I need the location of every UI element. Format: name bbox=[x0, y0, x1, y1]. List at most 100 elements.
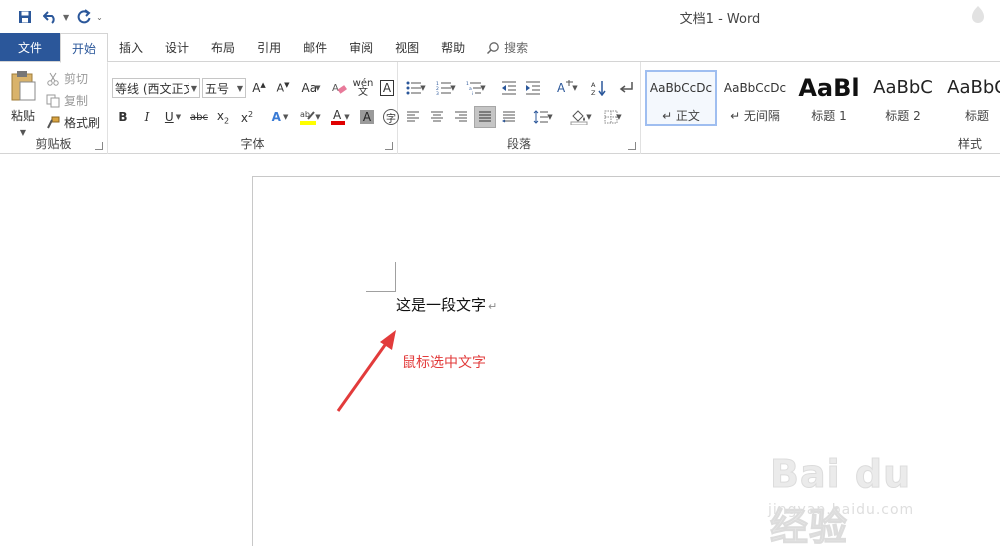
align-right-button[interactable] bbox=[450, 106, 472, 128]
format-painter-label: 格式刷 bbox=[64, 116, 101, 130]
clear-formatting-button[interactable]: A bbox=[328, 77, 350, 99]
strikethrough-button[interactable]: abc bbox=[188, 106, 210, 128]
distributed-button[interactable] bbox=[498, 106, 520, 128]
font-name-value: 等线 (西文正文 bbox=[115, 81, 189, 96]
paragraph-row-1: ▼ 1 2 3 ▼ 1 a i ▼ A ▼ A Z bbox=[402, 77, 638, 99]
sort-icon: A Z bbox=[591, 81, 606, 96]
document-paragraph[interactable]: 这是一段文字 ↵ bbox=[396, 294, 497, 315]
font-group: 等线 (西文正文 ▼ 五号 ▼ A▲ A▼ Aa ▼ A wén 文 A B I U… bbox=[108, 62, 399, 154]
svg-text:A: A bbox=[591, 81, 596, 89]
watermark-sub: jingyan.baidu.com bbox=[768, 502, 915, 518]
clipboard-group: 粘贴 ▼ 剪切 复制 格式刷 剪贴板 bbox=[0, 62, 108, 154]
text-effects-button[interactable]: A ▼ bbox=[266, 106, 294, 128]
character-border-icon: A bbox=[379, 80, 395, 96]
tab-references[interactable]: 引用 bbox=[246, 33, 292, 62]
tab-label: 邮件 bbox=[303, 41, 328, 55]
paragraph-text[interactable]: 这是一段文字 bbox=[396, 296, 486, 314]
cut-button[interactable]: 剪切 bbox=[46, 70, 88, 87]
line-spacing-button[interactable]: ▼ bbox=[528, 106, 558, 128]
shading-button[interactable]: ▼ bbox=[566, 106, 596, 128]
numbering-button[interactable]: 1 2 3 ▼ bbox=[432, 77, 460, 99]
title-bar: ▼ ⌄ 文档1 - Word bbox=[0, 0, 1000, 33]
font-size-combo[interactable]: 五号 ▼ bbox=[202, 78, 246, 98]
style-sample: AaBbCcDc bbox=[723, 80, 787, 95]
tab-review[interactable]: 审阅 bbox=[338, 33, 384, 62]
tab-insert[interactable]: 插入 bbox=[108, 33, 154, 62]
paste-icon bbox=[11, 71, 36, 101]
borders-button[interactable]: ▼ bbox=[598, 106, 628, 128]
phonetic-guide-button[interactable]: wén 文 bbox=[352, 77, 374, 99]
chevron-down-icon: ▼ bbox=[236, 83, 243, 93]
scissors-icon bbox=[47, 72, 59, 86]
tab-home[interactable]: 开始 bbox=[60, 33, 109, 63]
underline-button[interactable]: U ▼ bbox=[160, 106, 186, 128]
format-painter-icon bbox=[47, 116, 60, 128]
svg-text:3: 3 bbox=[436, 91, 439, 95]
font-launcher-icon[interactable] bbox=[385, 142, 393, 150]
copy-icon bbox=[46, 94, 60, 107]
clipboard-launcher-icon[interactable] bbox=[95, 142, 103, 150]
character-border-button[interactable]: A bbox=[376, 77, 398, 99]
paragraph-launcher-icon[interactable] bbox=[628, 142, 636, 150]
character-shading-button[interactable]: A bbox=[356, 106, 378, 128]
highlight-button[interactable]: ab ▼ bbox=[296, 106, 324, 128]
italic-button[interactable]: I bbox=[136, 106, 158, 128]
style-name: ↵ 无间隔 bbox=[730, 108, 780, 123]
copy-button[interactable]: 复制 bbox=[46, 92, 88, 109]
account-icon[interactable] bbox=[970, 4, 986, 27]
tell-me-search[interactable]: 搜索 bbox=[476, 33, 538, 62]
asian-layout-button[interactable]: A ▼ bbox=[552, 77, 582, 99]
paragraph-group-label: 段落 bbox=[506, 137, 531, 151]
style-heading-1[interactable]: AaBl 标题 1 bbox=[793, 70, 865, 126]
tab-file[interactable]: 文件 bbox=[0, 33, 60, 62]
style-title[interactable]: AaBbC 标题 bbox=[941, 70, 1000, 126]
shrink-font-button[interactable]: A▼ bbox=[272, 77, 294, 99]
style-heading-2[interactable]: AaBbC 标题 2 bbox=[867, 70, 939, 126]
tab-help[interactable]: 帮助 bbox=[430, 33, 476, 62]
grow-font-icon: A▲ bbox=[252, 81, 266, 95]
paragraph-mark-icon bbox=[619, 82, 633, 93]
tab-view[interactable]: 视图 bbox=[384, 33, 430, 62]
paste-button[interactable]: 粘贴 ▼ bbox=[6, 70, 40, 138]
font-size-value: 五号 bbox=[205, 81, 230, 96]
bold-button[interactable]: B bbox=[112, 106, 134, 128]
align-center-button[interactable] bbox=[426, 106, 448, 128]
copy-label: 复制 bbox=[64, 94, 89, 108]
style-sample: AaBl bbox=[798, 73, 860, 102]
tab-label: 设计 bbox=[165, 41, 190, 55]
sort-button[interactable]: A Z bbox=[588, 77, 610, 99]
ribbon-tabs: 文件 开始 插入 设计 布局 引用 邮件 审阅 视图 帮助 搜索 bbox=[0, 33, 1000, 63]
subscript-icon: x2 bbox=[216, 108, 230, 126]
increase-indent-button[interactable] bbox=[522, 77, 544, 99]
decrease-indent-button[interactable] bbox=[498, 77, 520, 99]
clipboard-group-label: 剪贴板 bbox=[35, 137, 72, 151]
change-case-button[interactable]: Aa ▼ bbox=[296, 77, 326, 99]
font-name-combo[interactable]: 等线 (西文正文 ▼ bbox=[112, 78, 200, 98]
justify-button[interactable] bbox=[474, 106, 496, 128]
tab-label: 审阅 bbox=[349, 41, 374, 55]
style-no-spacing[interactable]: AaBbCcDc ↵ 无间隔 bbox=[719, 70, 791, 126]
decrease-indent-icon bbox=[502, 81, 516, 95]
superscript-button[interactable]: x2 bbox=[236, 106, 258, 128]
multilevel-list-button[interactable]: 1 a i ▼ bbox=[462, 77, 490, 99]
align-left-button[interactable] bbox=[402, 106, 424, 128]
styles-gallery: AaBbCcDc ↵ 正文 AaBbCcDc ↵ 无间隔 AaBl 标题 1 A… bbox=[645, 70, 1000, 126]
tab-label: 插入 bbox=[119, 41, 144, 55]
grow-font-button[interactable]: A▲ bbox=[248, 77, 270, 99]
align-right-icon bbox=[455, 111, 467, 122]
paragraph-row-2: ▼ ▼ ▼ bbox=[402, 106, 628, 128]
style-normal[interactable]: AaBbCcDc ↵ 正文 bbox=[645, 70, 717, 126]
bullets-button[interactable]: ▼ bbox=[402, 77, 430, 99]
tab-mailings[interactable]: 邮件 bbox=[292, 33, 338, 62]
subscript-button[interactable]: x2 bbox=[212, 106, 234, 128]
superscript-icon: x2 bbox=[240, 109, 254, 125]
font-color-button[interactable]: A ▼ bbox=[326, 106, 354, 128]
annotation-arrow bbox=[336, 330, 396, 412]
show-hide-marks-button[interactable] bbox=[616, 77, 638, 99]
tab-design[interactable]: 设计 bbox=[154, 33, 200, 62]
svg-text:i: i bbox=[472, 91, 473, 95]
ribbon: 粘贴 ▼ 剪切 复制 格式刷 剪贴板 等线 (西文正文 ▼ 五号 ▼ A▲ A▼… bbox=[0, 61, 1000, 154]
style-name: 标题 1 bbox=[811, 108, 847, 123]
format-painter-button[interactable]: 格式刷 bbox=[46, 114, 100, 131]
tab-layout[interactable]: 布局 bbox=[200, 33, 246, 62]
